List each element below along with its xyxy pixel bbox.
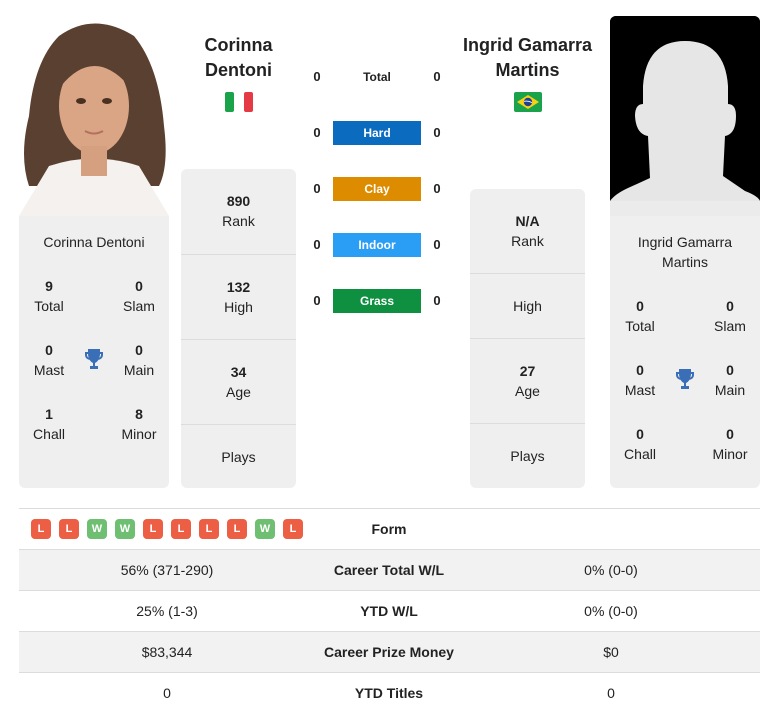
surface-grass-badge: Grass <box>333 289 421 313</box>
trophy-icon <box>673 367 697 391</box>
form-badge: L <box>31 519 51 539</box>
form-badge: W <box>255 519 275 539</box>
player1-minor-titles: 8 Minor <box>121 406 157 442</box>
surface-total-label: Total <box>363 70 391 84</box>
player1-total-titles: 9 Total <box>34 278 64 314</box>
player1-chall-titles: 1 Chall <box>33 406 65 442</box>
player2-slam-titles: 0 Slam <box>714 298 746 334</box>
player1-name-heading[interactable]: Corinna Dentoni <box>180 33 297 83</box>
career-total-wl-row: 56% (371-290) Career Total W/L 0% (0-0) <box>19 549 760 590</box>
player2-minor-titles: 0 Minor <box>712 426 748 462</box>
form-label: Form <box>371 521 407 537</box>
form-badge: L <box>171 519 191 539</box>
form-badge: L <box>59 519 79 539</box>
player2-age: 27 Age <box>470 338 585 423</box>
form-badge: W <box>115 519 135 539</box>
player1-portrait-image <box>19 16 169 216</box>
surface-row-indoor: 0 Indoor 0 <box>305 233 445 257</box>
player2-photo <box>610 16 760 216</box>
form-badge: L <box>199 519 219 539</box>
form-row: L L W W L L L L W L Form <box>19 508 760 549</box>
player1-plays: Plays <box>181 424 296 488</box>
player1-titles-card: Corinna Dentoni 9 Total 0 Slam 0 Mast 0 … <box>19 216 169 488</box>
surface-hard-badge: Hard <box>333 121 421 145</box>
form-badge: L <box>227 519 247 539</box>
player2-total-titles: 0 Total <box>625 298 655 334</box>
surface-clay-badge: Clay <box>333 177 421 201</box>
player1-age: 34 Age <box>181 339 296 424</box>
player2-rank-column: N/A Rank High 27 Age Plays <box>470 189 585 488</box>
brazil-flag-icon <box>514 92 542 112</box>
comparison-table: L L W W L L L L W L Form 56% (371-290) C… <box>19 508 760 719</box>
career-prize-money-row: $83,344 Career Prize Money $0 <box>19 631 760 672</box>
player2-rank: N/A Rank <box>511 213 544 249</box>
player1-rank-column: 890 Rank 132 High 34 Age Plays <box>181 169 296 488</box>
player2-mast-titles: 0 Mast <box>624 362 656 398</box>
player2-card-name: Ingrid Gamarra Martins <box>637 234 733 270</box>
form-badge: W <box>87 519 107 539</box>
player1-mast-titles: 0 Mast <box>33 342 65 378</box>
surface-row-total: 0 Total 0 <box>305 65 445 89</box>
player2-main-titles: 0 Main <box>714 362 746 398</box>
trophy-icon <box>82 347 106 371</box>
player1-slam-titles: 0 Slam <box>123 278 155 314</box>
surface-row-clay: 0 Clay 0 <box>305 177 445 201</box>
ytd-titles-row: 0 YTD Titles 0 <box>19 672 760 713</box>
player1-photo <box>19 16 169 216</box>
form-badge: L <box>143 519 163 539</box>
player2-silhouette-image <box>610 16 760 216</box>
player2-high: High <box>470 273 585 338</box>
player2-chall-titles: 0 Chall <box>624 426 656 462</box>
player1-form-badges: L L W W L L L L W L <box>31 519 303 539</box>
player2-titles-card: Ingrid Gamarra Martins 0 Total 0 Slam 0 … <box>610 216 760 488</box>
player1-rank: 890 Rank <box>222 193 255 229</box>
italy-flag-icon <box>225 92 253 112</box>
player2-plays: Plays <box>470 423 585 488</box>
ytd-wl-row: 25% (1-3) YTD W/L 0% (0-0) <box>19 590 760 631</box>
surface-indoor-badge: Indoor <box>333 233 421 257</box>
player1-high: 132 High <box>181 254 296 339</box>
player1-main-titles: 0 Main <box>123 342 155 378</box>
form-badge: L <box>283 519 303 539</box>
player1-card-name: Corinna Dentoni <box>43 234 145 250</box>
surface-row-hard: 0 Hard 0 <box>305 121 445 145</box>
surface-row-grass: 0 Grass 0 <box>305 289 445 313</box>
player2-name-heading[interactable]: Ingrid Gamarra Martins <box>455 33 600 83</box>
